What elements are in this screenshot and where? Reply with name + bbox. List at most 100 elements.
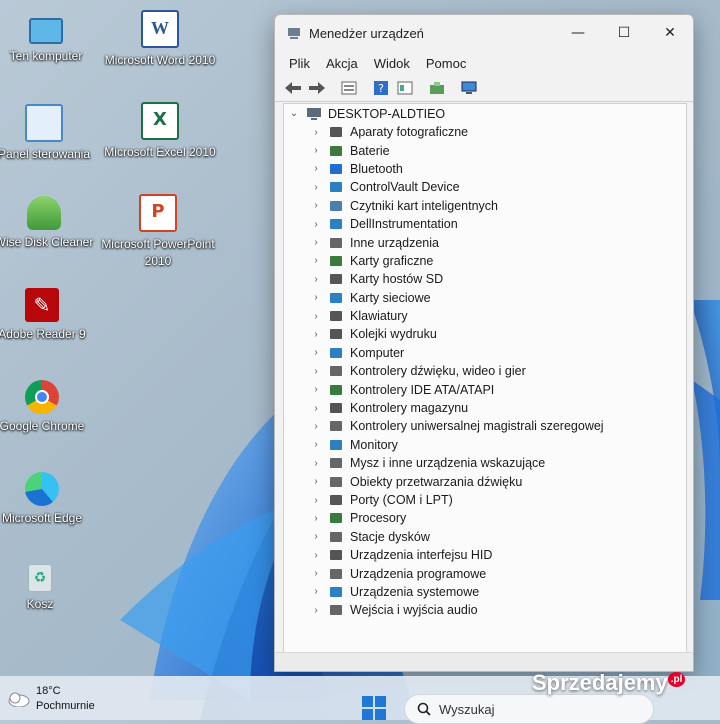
tree-node[interactable]: › Klawiatury <box>284 307 686 325</box>
desktop-icon-powerpoint[interactable]: P Microsoft PowerPoint 2010 <box>98 194 218 270</box>
tree-node-label: Kolejki wydruku <box>350 327 437 342</box>
tree-node-label: Baterie <box>350 143 390 158</box>
tree-node[interactable]: › Kontrolery IDE ATA/ATAPI <box>284 380 686 398</box>
tree-node[interactable]: › Karty graficzne <box>284 252 686 270</box>
desktop-icon-this-pc[interactable]: Ten komputer <box>0 12 106 65</box>
desktop-icon-label: Microsoft PowerPoint 2010 <box>101 237 215 268</box>
tree-node-label: Urządzenia programowe <box>350 566 487 581</box>
tree-node[interactable]: › Karty sieciowe <box>284 289 686 307</box>
chevron-right-icon[interactable]: › <box>310 311 322 322</box>
chevron-right-icon[interactable]: › <box>310 200 322 211</box>
weather-condition: Pochmurnie <box>36 700 95 712</box>
scan-hardware-icon[interactable] <box>459 78 479 98</box>
chevron-right-icon[interactable]: › <box>310 403 322 414</box>
tree-node-label: Stacje dysków <box>350 529 430 544</box>
close-button[interactable]: ✕ <box>647 15 693 51</box>
chevron-right-icon[interactable]: › <box>310 292 322 303</box>
disk-cleaner-icon <box>27 196 61 230</box>
chevron-right-icon[interactable]: › <box>310 347 322 358</box>
tree-node[interactable]: › Urządzenia interfejsu HID <box>284 546 686 564</box>
desktop-icon-excel[interactable]: X Microsoft Excel 2010 <box>100 102 220 161</box>
chevron-right-icon[interactable]: › <box>310 495 322 506</box>
desktop-icon-edge[interactable]: Microsoft Edge <box>0 472 102 527</box>
chevron-right-icon[interactable]: › <box>310 421 322 432</box>
chevron-right-icon[interactable]: › <box>310 439 322 450</box>
tree-node[interactable]: › Monitory <box>284 436 686 454</box>
tree-node[interactable]: › DellInstrumentation <box>284 215 686 233</box>
device-category-icon <box>328 585 344 599</box>
tree-node[interactable]: › Kontrolery magazynu <box>284 399 686 417</box>
powerpoint-icon: P <box>139 194 177 232</box>
properties-icon[interactable] <box>339 78 359 98</box>
maximize-button[interactable]: ☐ <box>601 15 647 51</box>
chevron-right-icon[interactable]: › <box>310 163 322 174</box>
menu-bar: Plik Akcja Widok Pomoc <box>275 51 693 75</box>
tree-node[interactable]: › Urządzenia systemowe <box>284 583 686 601</box>
chevron-right-icon[interactable]: › <box>310 384 322 395</box>
desktop-icon-adobe-reader[interactable]: ✎ Adobe Reader 9 <box>0 288 102 343</box>
tree-node[interactable]: › Komputer <box>284 344 686 362</box>
chevron-right-icon[interactable]: › <box>310 182 322 193</box>
tree-node[interactable]: › Bluetooth <box>284 160 686 178</box>
tree-node-label: Karty hostów SD <box>350 272 444 287</box>
desktop-icon-chrome[interactable]: Google Chrome <box>0 380 102 435</box>
chevron-right-icon[interactable]: › <box>310 127 322 138</box>
weather-widget[interactable]: 18°C Pochmurnie <box>6 684 95 714</box>
tree-node[interactable]: › Kolejki wydruku <box>284 325 686 343</box>
chevron-right-icon[interactable]: › <box>310 458 322 469</box>
tree-node[interactable]: › Mysz i inne urządzenia wskazujące <box>284 454 686 472</box>
tree-node[interactable]: › Kontrolery dźwięku, wideo i gier <box>284 362 686 380</box>
tree-node[interactable]: › Czytniki kart inteligentnych <box>284 197 686 215</box>
tree-node[interactable]: › Porty (COM i LPT) <box>284 491 686 509</box>
chevron-right-icon[interactable]: › <box>310 476 322 487</box>
tree-node-label: Procesory <box>350 511 407 526</box>
show-hidden-icon[interactable] <box>395 78 415 98</box>
chevron-right-icon[interactable]: › <box>310 219 322 230</box>
chevron-right-icon[interactable]: › <box>310 366 322 377</box>
chevron-right-icon[interactable]: › <box>310 586 322 597</box>
chevron-right-icon[interactable]: › <box>310 237 322 248</box>
update-driver-icon[interactable] <box>427 78 447 98</box>
cloud-icon <box>8 692 30 707</box>
chevron-right-icon[interactable]: › <box>310 550 322 561</box>
tree-node-label: Urządzenia systemowe <box>350 584 480 599</box>
chevron-down-icon[interactable]: ⌄ <box>288 108 300 119</box>
desktop-icon-wise-disk-cleaner[interactable]: Wise Disk Cleaner <box>0 196 104 251</box>
menu-file[interactable]: Plik <box>281 56 318 71</box>
chevron-right-icon[interactable]: › <box>310 145 322 156</box>
menu-help[interactable]: Pomoc <box>418 56 474 71</box>
tree-node-label: Mysz i inne urządzenia wskazujące <box>350 456 546 471</box>
tree-node[interactable]: › ControlVault Device <box>284 178 686 196</box>
chevron-right-icon[interactable]: › <box>310 255 322 266</box>
menu-view[interactable]: Widok <box>366 56 418 71</box>
chevron-right-icon[interactable]: › <box>310 274 322 285</box>
chevron-right-icon[interactable]: › <box>310 605 322 616</box>
tree-node[interactable]: › Kontrolery uniwersalnej magistrali szer… <box>284 417 686 435</box>
title-bar[interactable]: Menedżer urządzeń — ☐ ✕ <box>275 15 693 51</box>
chevron-right-icon[interactable]: › <box>310 329 322 340</box>
help-icon[interactable]: ? <box>371 78 391 98</box>
desktop-icon-word[interactable]: W Microsoft Word 2010 <box>100 10 220 69</box>
tree-node-label: Kontrolery IDE ATA/ATAPI <box>350 382 495 397</box>
chevron-right-icon[interactable]: › <box>310 568 322 579</box>
desktop-icon-recycle-bin[interactable]: ♻ Kosz <box>0 564 100 613</box>
tree-node[interactable]: › Baterie <box>284 141 686 159</box>
tree-node[interactable]: › Wejścia i wyjścia audio <box>284 601 686 619</box>
desktop-icon-control-panel[interactable]: Panel sterowania <box>0 104 104 163</box>
menu-action[interactable]: Akcja <box>318 56 366 71</box>
desktop-icon-label: Adobe Reader 9 <box>0 327 86 341</box>
minimize-button[interactable]: — <box>555 15 601 51</box>
tree-node[interactable]: › Procesory <box>284 509 686 527</box>
tree-node[interactable]: › Aparaty fotograficzne <box>284 123 686 141</box>
tree-node[interactable]: › Inne urządzenia <box>284 233 686 251</box>
tree-node[interactable]: › Karty hostów SD <box>284 270 686 288</box>
tree-node[interactable]: › Obiekty przetwarzania dźwięku <box>284 472 686 490</box>
chevron-right-icon[interactable]: › <box>310 531 322 542</box>
chevron-right-icon[interactable]: › <box>310 513 322 524</box>
forward-arrow-icon[interactable] <box>307 78 327 98</box>
tree-node[interactable]: › Urządzenia programowe <box>284 564 686 582</box>
tree-root[interactable]: ⌄ DESKTOP-ALDTIEO <box>284 104 686 123</box>
device-category-icon <box>328 144 344 158</box>
back-arrow-icon[interactable] <box>283 78 303 98</box>
tree-node[interactable]: › Stacje dysków <box>284 528 686 546</box>
